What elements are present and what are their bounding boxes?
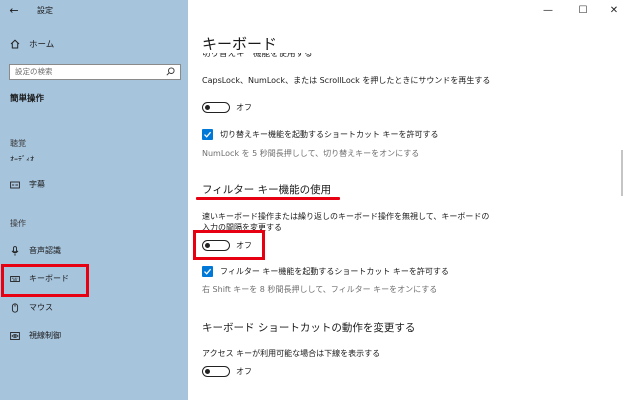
sidebar-item-eye-control[interactable]: 視線制御 (0, 328, 188, 344)
sidebar-item-home[interactable]: ホーム (0, 37, 188, 53)
sidebar-item-label: 字幕 (29, 180, 45, 189)
filter-keys-shortcut-checkbox[interactable] (202, 266, 213, 277)
scrollbar[interactable] (621, 150, 623, 196)
partially-hidden-item: ｵｰﾃﾞｨｵ (10, 155, 34, 161)
microphone-icon (11, 246, 19, 256)
checkmark-icon (204, 131, 212, 138)
back-arrow-icon[interactable]: ← (6, 5, 22, 17)
shortcut-behavior-state: オフ (236, 367, 252, 376)
toggle-keys-switch[interactable] (202, 102, 230, 113)
highlight-box-keyboard (1, 264, 89, 297)
sidebar-item-mouse[interactable]: マウス (0, 300, 188, 316)
page-title: キーボード (202, 35, 278, 53)
sidebar-item-label: ホーム (29, 40, 55, 50)
sidebar-item-label: マウス (29, 303, 53, 312)
home-icon (10, 39, 20, 49)
captions-icon (10, 181, 20, 189)
sidebar-item-captions[interactable]: 字幕 (0, 177, 188, 193)
highlight-box-filter-toggle (193, 230, 265, 260)
toggle-keys-shortcut-checkbox[interactable] (202, 129, 213, 140)
title-bar: ← 設定 (0, 0, 188, 22)
close-icon[interactable]: ✕ (606, 4, 622, 18)
minimize-icon[interactable]: — (540, 4, 556, 18)
search-icon (166, 67, 175, 76)
maximize-icon[interactable]: ☐ (575, 4, 591, 18)
group-label-hearing: 聴覚 (10, 139, 26, 148)
shortcut-behavior-heading: キーボード ショートカットの動作を変更する (202, 322, 416, 334)
filter-keys-heading: フィルター キー機能の使用 (202, 184, 332, 196)
search-placeholder: 設定の検索 (15, 67, 53, 76)
eye-control-icon (10, 332, 20, 340)
toggle-keys-shortcut-hint: NumLock を 5 秒間長押しして、切り替えキーをオンにする (202, 149, 420, 158)
sidebar-item-speech[interactable]: 音声認識 (0, 243, 188, 259)
group-label-interaction: 操作 (10, 219, 26, 228)
sidebar: ← 設定 ホーム 設定の検索 簡単操作 聴覚 ｵｰﾃﾞｨｵ 字幕 操作 音声認識… (0, 0, 188, 400)
sidebar-item-label: 視線制御 (29, 331, 61, 340)
search-input[interactable]: 設定の検索 (9, 64, 181, 80)
main-content: — ☐ ✕ キーボード 切り替えキー機能を使用する CapsLock、NumLo… (188, 0, 625, 400)
app-title: 設定 (37, 6, 53, 15)
shortcut-behavior-description: アクセス キーが利用可能な場合は下線を表示する (202, 349, 381, 358)
filter-keys-description-line1: 速いキーボード操作または繰り返しのキーボード操作を無視して、キーボードの (202, 212, 490, 221)
heading-underline-highlight (196, 197, 340, 200)
shortcut-behavior-switch[interactable] (202, 366, 230, 377)
toggle-keys-shortcut-label: 切り替えキー機能を起動するショートカット キーを許可する (220, 130, 439, 139)
filter-keys-shortcut-label: フィルター キー機能を起動するショートカット キーを許可する (220, 267, 449, 276)
filter-keys-shortcut-hint: 右 Shift キーを 8 秒間長押しして、フィルター キーをオンにする (202, 285, 438, 294)
mouse-icon (11, 303, 19, 313)
checkmark-icon (204, 268, 212, 275)
toggle-keys-description: CapsLock、NumLock、または ScrollLock を押したときにサ… (202, 76, 491, 85)
section-title: 簡単操作 (10, 94, 45, 104)
partially-hidden-heading: 切り替えキー機能を使用する (202, 53, 313, 59)
toggle-keys-state: オフ (236, 103, 252, 112)
sidebar-item-label: 音声認識 (29, 246, 61, 255)
